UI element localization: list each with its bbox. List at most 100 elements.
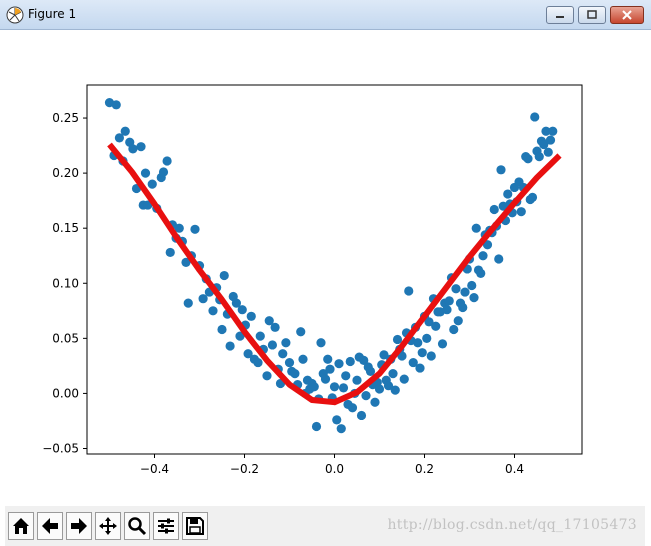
back-icon bbox=[42, 518, 58, 534]
scatter-chart: −0.4 −0.2 0.0 0.2 0.4 −0.05 0.00 0.05 0.10 0.15 0.… bbox=[42, 84, 583, 476]
minimize-button[interactable] bbox=[546, 6, 574, 24]
scatter-point bbox=[516, 207, 526, 217]
figure-canvas[interactable]: −0.4 −0.2 0.0 0.2 0.4 −0.05 0.00 0.05 0.10 0.15 0.… bbox=[5, 30, 645, 506]
home-button[interactable] bbox=[8, 512, 34, 540]
scatter-point bbox=[347, 403, 358, 413]
y-tick-label: 0.05 bbox=[52, 331, 79, 345]
scatter-point bbox=[356, 410, 367, 421]
scatter-point bbox=[165, 247, 175, 258]
scatter-point bbox=[311, 421, 322, 432]
scatter-point bbox=[494, 254, 504, 264]
maximize-icon bbox=[587, 10, 597, 19]
scatter-point bbox=[267, 340, 277, 350]
scatter-point bbox=[162, 156, 172, 166]
figure-window: Figure 1 −0.4 −0.2 0.0 0.2 0.4 −0.05 0.00 0.05 0… bbox=[0, 0, 651, 546]
scatter-point bbox=[392, 334, 403, 345]
scatter-point bbox=[225, 341, 235, 351]
close-button[interactable] bbox=[610, 6, 644, 24]
scatter-point bbox=[467, 280, 477, 291]
scatter-point bbox=[444, 296, 454, 306]
scatter-point bbox=[290, 368, 300, 379]
scatter-point bbox=[415, 363, 425, 373]
scatter-point bbox=[471, 223, 481, 233]
zoom-button[interactable] bbox=[124, 512, 150, 540]
home-icon bbox=[13, 518, 29, 534]
scatter-point bbox=[413, 338, 423, 348]
scatter-point bbox=[183, 298, 193, 308]
y-tick-label: 0.10 bbox=[52, 276, 79, 290]
scatter-point bbox=[426, 351, 436, 361]
scatter-point bbox=[190, 224, 200, 234]
forward-button[interactable] bbox=[66, 512, 92, 540]
scatter-point bbox=[404, 286, 414, 296]
window-title: Figure 1 bbox=[28, 7, 77, 21]
scatter-point bbox=[374, 384, 385, 394]
scatter-point bbox=[476, 268, 486, 278]
scatter-point bbox=[543, 147, 553, 157]
minimize-icon bbox=[556, 16, 564, 18]
scatter-point bbox=[534, 151, 544, 162]
scatter-point bbox=[262, 371, 272, 381]
scatter-point bbox=[278, 349, 288, 359]
scatter-point bbox=[140, 168, 151, 178]
configure-icon bbox=[158, 518, 174, 534]
scatter-point bbox=[453, 316, 463, 326]
scatter-point bbox=[338, 383, 349, 393]
scatter-point bbox=[217, 324, 227, 335]
scatter-point bbox=[270, 322, 280, 332]
scatter-point bbox=[147, 179, 157, 189]
y-tick-label: 0.00 bbox=[52, 386, 79, 400]
scatter-point bbox=[316, 338, 326, 348]
scatter-point bbox=[530, 112, 540, 122]
scatter-point bbox=[208, 306, 218, 316]
y-tick-label: 0.25 bbox=[52, 111, 79, 125]
scatter-point bbox=[478, 251, 488, 261]
x-tick-label: −0.4 bbox=[140, 462, 169, 476]
scatter-point bbox=[253, 357, 263, 368]
scatter-point bbox=[503, 189, 513, 199]
scatter-point bbox=[246, 311, 256, 321]
forward-icon bbox=[71, 518, 87, 534]
scatter-point bbox=[120, 126, 130, 136]
scatter-point bbox=[237, 305, 247, 315]
scatter-point bbox=[219, 270, 229, 281]
scatter-point bbox=[332, 415, 342, 425]
scatter-point bbox=[442, 305, 452, 315]
x-tick-label: 0.2 bbox=[415, 462, 434, 476]
scatter-point bbox=[352, 375, 362, 385]
scatter-point bbox=[390, 385, 400, 395]
scatter-point bbox=[296, 327, 306, 337]
save-button[interactable] bbox=[182, 512, 208, 540]
scatter-point bbox=[320, 374, 331, 384]
scatter-point bbox=[449, 324, 459, 335]
scatter-point bbox=[284, 357, 295, 368]
scatter-point bbox=[527, 192, 538, 202]
scatter-point bbox=[341, 371, 351, 381]
x-tick-label: 0.0 bbox=[325, 462, 344, 476]
app-icon bbox=[6, 6, 24, 24]
scatter-point bbox=[345, 356, 355, 367]
scatter-point bbox=[334, 359, 344, 369]
maximize-button[interactable] bbox=[578, 6, 606, 24]
back-button[interactable] bbox=[37, 512, 63, 540]
scatter-point bbox=[431, 321, 441, 331]
title-bar[interactable]: Figure 1 bbox=[0, 0, 651, 30]
scatter-point bbox=[489, 204, 499, 215]
configure-subplots-button[interactable] bbox=[153, 512, 179, 540]
x-tick-label: −0.2 bbox=[230, 462, 259, 476]
pan-button[interactable] bbox=[95, 512, 121, 540]
scatter-point bbox=[128, 144, 138, 154]
scatter-point bbox=[496, 165, 506, 175]
scatter-point bbox=[417, 348, 427, 358]
navigation-toolbar: http://blog.csdn.net/qq_17105473 bbox=[5, 506, 645, 546]
scatter-point bbox=[422, 333, 432, 343]
scatter-point bbox=[460, 287, 470, 297]
scatter-point bbox=[523, 154, 533, 164]
y-tick-label: −0.05 bbox=[42, 441, 79, 455]
scatter-point bbox=[548, 126, 558, 136]
x-tick-label: 0.4 bbox=[505, 462, 524, 476]
scatter-point bbox=[298, 354, 308, 364]
scatter-point bbox=[325, 364, 335, 374]
scatter-point bbox=[388, 368, 398, 379]
scatter-point bbox=[458, 302, 468, 313]
